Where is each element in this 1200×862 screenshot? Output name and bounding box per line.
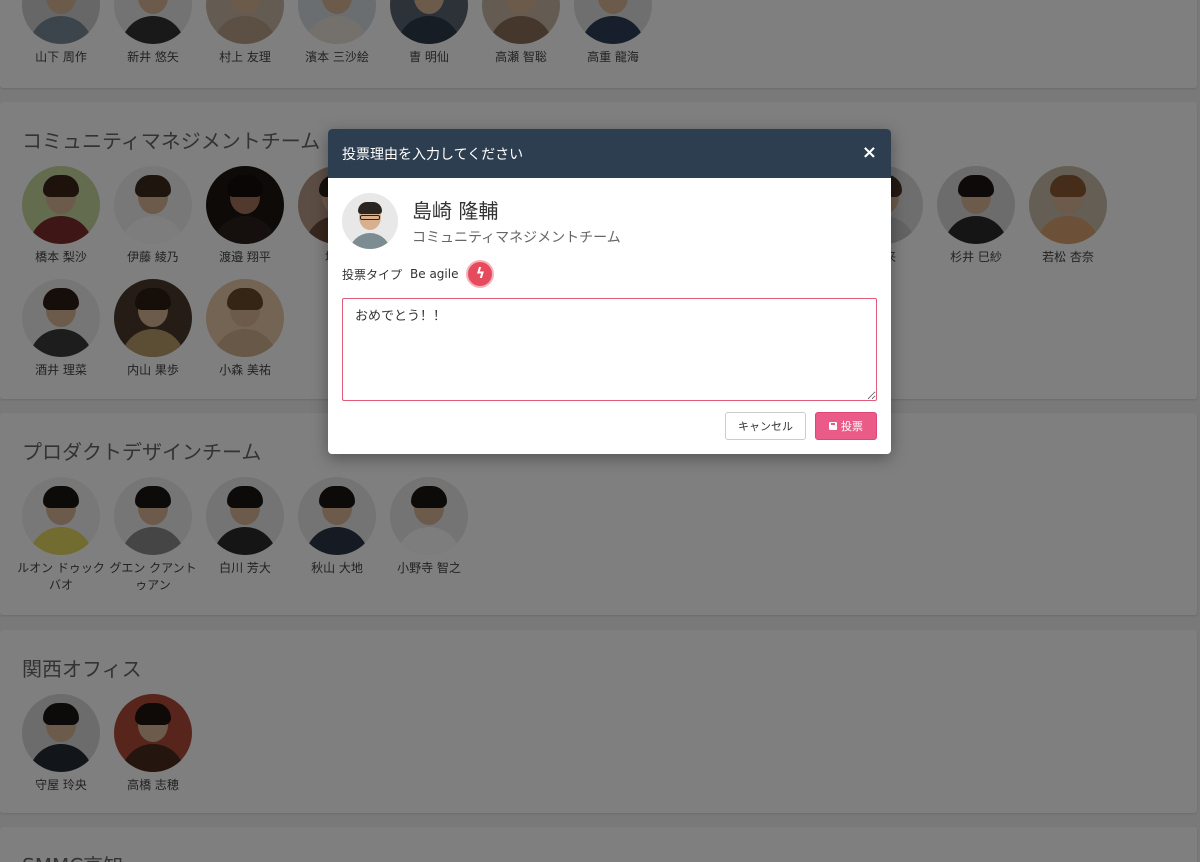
- save-icon: [829, 422, 837, 430]
- modal-title: 投票理由を入力してください: [342, 147, 524, 163]
- vote-type-value: Be agile: [410, 267, 459, 281]
- vote-button[interactable]: 投票: [815, 412, 877, 440]
- cancel-button[interactable]: キャンセル: [725, 412, 806, 440]
- vote-reason-textarea[interactable]: おめでとう！！: [342, 298, 877, 401]
- lightning-icon: ϟ: [466, 260, 495, 288]
- recipient-avatar: [342, 193, 398, 249]
- recipient-team: コミュニティマネジメントチーム: [412, 230, 621, 246]
- vote-button-label: 投票: [841, 420, 863, 433]
- close-icon[interactable]: ×: [862, 142, 877, 164]
- vote-type-label: 投票タイプ: [342, 267, 403, 282]
- modal-header: 投票理由を入力してください ×: [328, 129, 891, 178]
- recipient-name: 島崎 隆輔: [412, 199, 499, 223]
- vote-reason-modal: 投票理由を入力してください × 島崎 隆輔 コミュニティマネジメントチーム 投票…: [328, 129, 891, 454]
- vote-type-row: 投票タイプ Be agile ϟ: [342, 260, 495, 288]
